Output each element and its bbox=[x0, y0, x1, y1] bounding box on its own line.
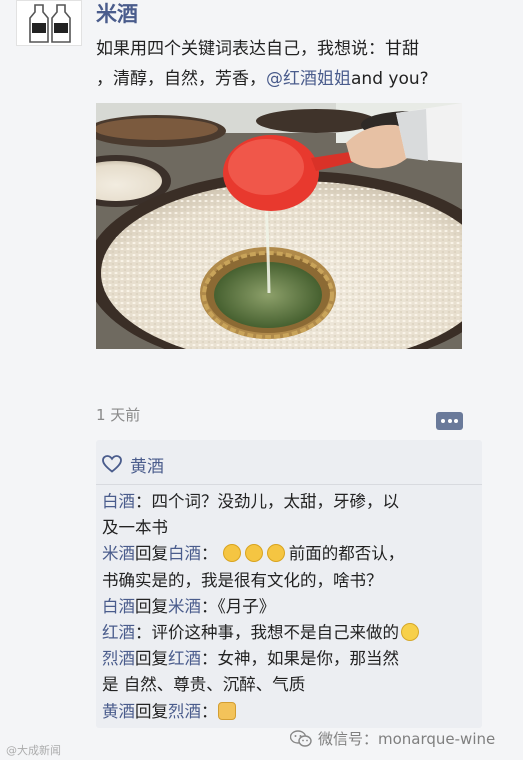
comment-user[interactable]: 米酒 bbox=[102, 544, 135, 563]
comment-text: ：评价这种事，我想不是自己来做的 bbox=[135, 623, 399, 643]
comment-item[interactable]: 米酒回复白酒： 前面的都否认， bbox=[102, 541, 476, 567]
comment-text: ：《月子》 bbox=[201, 596, 276, 616]
post-timestamp: 1 天前 bbox=[96, 406, 141, 424]
poster-name[interactable]: 米酒 bbox=[96, 0, 138, 28]
reply-word: 回复 bbox=[135, 544, 168, 564]
comment-continuation: 及一本书 bbox=[102, 515, 476, 541]
comment-user[interactable]: 烈酒 bbox=[102, 649, 135, 668]
divider bbox=[96, 484, 482, 485]
watermark-right-text: 微信号：monarque-wine bbox=[318, 730, 496, 748]
comments-panel: 黄酒 白酒：四个词？没劲儿，太甜，牙碜，以 及一本书 米酒回复白酒： 前面的都否… bbox=[96, 440, 482, 728]
comment-user[interactable]: 红酒 bbox=[102, 623, 135, 642]
reply-word: 回复 bbox=[135, 596, 168, 616]
post-photo[interactable] bbox=[96, 103, 462, 349]
dot-icon bbox=[447, 419, 452, 423]
reply-word: 回复 bbox=[135, 649, 168, 669]
comment-text: ：四个词？没劲儿，太甜，牙碜，以 bbox=[135, 492, 399, 511]
colon: ： bbox=[201, 544, 218, 564]
comment-item[interactable]: 白酒：四个词？没劲儿，太甜，牙碜，以 bbox=[102, 489, 476, 515]
post-text-line-2: ，清醇，自然，芳香，@红酒姐姐and you? bbox=[96, 64, 496, 94]
comment-item[interactable]: 黄酒回复烈酒： bbox=[102, 699, 476, 725]
comment-continuation: 书确实是的，我是很有文化的，啥书？ bbox=[102, 568, 476, 594]
comment-item[interactable]: 红酒：评价这种事，我想不是自己来做的 bbox=[102, 620, 476, 646]
comment-user[interactable]: 黄酒 bbox=[102, 702, 135, 721]
heart-outline-icon bbox=[102, 455, 122, 473]
pray-icon bbox=[244, 544, 263, 563]
comment-text: 及一本书 bbox=[102, 518, 168, 538]
post-text-prefix: ，清醇，自然，芳香， bbox=[96, 69, 266, 89]
comment-user[interactable]: 白酒 bbox=[102, 597, 135, 616]
comment-text: ：女神，如果是你，那当然 bbox=[201, 649, 399, 669]
comment-menu-button[interactable] bbox=[436, 412, 463, 430]
dot-icon bbox=[441, 419, 445, 423]
comment-list: 白酒：四个词？没劲儿，太甜，牙碜，以 及一本书 米酒回复白酒： 前面的都否认， … bbox=[102, 489, 476, 725]
post-text: 如果用四个关键词表达自己，我想说：甘甜 ，清醇，自然，芳香，@红酒姐姐and y… bbox=[96, 34, 496, 94]
comment-continuation: 是 自然、尊贵、沉醉、气质 bbox=[102, 672, 476, 698]
reply-word: 回复 bbox=[135, 701, 168, 721]
reply-target[interactable]: 白酒 bbox=[168, 544, 201, 563]
reply-target[interactable]: 烈酒 bbox=[168, 702, 201, 721]
comment-text: 书确实是的，我是很有文化的，啥书？ bbox=[102, 570, 383, 590]
smile-icon bbox=[401, 623, 419, 642]
watermark-right: 微信号：monarque-wine bbox=[290, 728, 495, 749]
post-text-suffix: and you? bbox=[351, 69, 429, 89]
pray-icon bbox=[266, 544, 285, 563]
dot-icon bbox=[454, 419, 458, 423]
reply-target[interactable]: 米酒 bbox=[168, 597, 201, 616]
comment-item[interactable]: 烈酒回复红酒：女神，如果是你，那当然 bbox=[102, 646, 476, 672]
comment-text: ： bbox=[201, 701, 218, 721]
comment-item[interactable]: 白酒回复米酒：《月子》 bbox=[102, 594, 476, 620]
reply-target[interactable]: 红酒 bbox=[168, 649, 201, 668]
thumbs-up-icon bbox=[217, 701, 236, 720]
pray-icon bbox=[222, 544, 241, 563]
watermark-left: @大成新闻 bbox=[6, 744, 61, 757]
wechat-icon bbox=[290, 729, 312, 747]
comment-user[interactable]: 白酒 bbox=[102, 492, 135, 511]
like-user[interactable]: 黄酒 bbox=[130, 452, 164, 477]
likes-row: 黄酒 bbox=[102, 452, 164, 477]
avatar[interactable] bbox=[16, 0, 82, 46]
mention-link[interactable]: @红酒姐姐 bbox=[266, 69, 351, 89]
comment-text: 前面的都否认， bbox=[288, 544, 405, 564]
post-text-line-1: 如果用四个关键词表达自己，我想说：甘甜 bbox=[96, 39, 419, 59]
comment-text: 是 自然、尊贵、沉醉、气质 bbox=[102, 675, 306, 695]
